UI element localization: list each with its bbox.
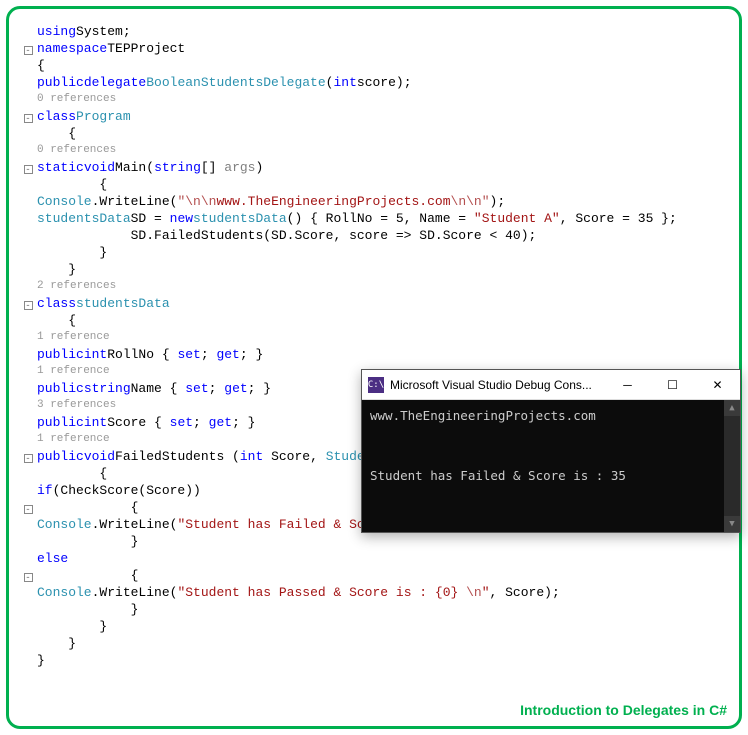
keyword-using: using xyxy=(37,23,76,40)
console-title: Microsoft Visual Studio Debug Cons... xyxy=(390,378,605,392)
codelens[interactable]: 1 reference xyxy=(37,431,110,448)
slide-caption: Introduction to Delegates in C# xyxy=(520,702,727,718)
fold-icon[interactable]: - xyxy=(24,573,33,582)
codelens[interactable]: 0 references xyxy=(37,91,116,108)
maximize-button[interactable]: ☐ xyxy=(650,370,695,400)
fold-icon[interactable]: - xyxy=(24,114,33,123)
code-editor[interactable]: using System; -namespace TEPProject { pu… xyxy=(19,23,729,669)
scroll-down-icon[interactable]: ▼ xyxy=(724,516,740,532)
fold-icon[interactable]: - xyxy=(24,165,33,174)
fold-icon[interactable]: - xyxy=(24,46,33,55)
codelens[interactable]: 1 reference xyxy=(37,363,110,380)
code-frame: using System; -namespace TEPProject { pu… xyxy=(6,6,742,729)
fold-icon[interactable]: - xyxy=(24,301,33,310)
codelens[interactable]: 0 references xyxy=(37,142,116,159)
console-window[interactable]: C:\ Microsoft Visual Studio Debug Cons..… xyxy=(361,369,741,533)
console-output-line: Student has Failed & Score is : 35 xyxy=(370,466,732,486)
console-output-line: www.TheEngineeringProjects.com xyxy=(370,406,732,426)
console-icon: C:\ xyxy=(368,377,384,393)
close-button[interactable]: ✕ xyxy=(695,370,740,400)
console-body: www.TheEngineeringProjects.com Student h… xyxy=(362,400,740,532)
scroll-up-icon[interactable]: ▲ xyxy=(724,400,740,416)
fold-icon[interactable]: - xyxy=(24,454,33,463)
codelens[interactable]: 3 references xyxy=(37,397,116,414)
codelens[interactable]: 2 references xyxy=(37,278,116,295)
minimize-button[interactable]: ─ xyxy=(605,370,650,400)
fold-icon[interactable]: - xyxy=(24,505,33,514)
console-scrollbar[interactable]: ▲ ▼ xyxy=(724,400,740,532)
codelens[interactable]: 1 reference xyxy=(37,329,110,346)
console-titlebar[interactable]: C:\ Microsoft Visual Studio Debug Cons..… xyxy=(362,370,740,400)
